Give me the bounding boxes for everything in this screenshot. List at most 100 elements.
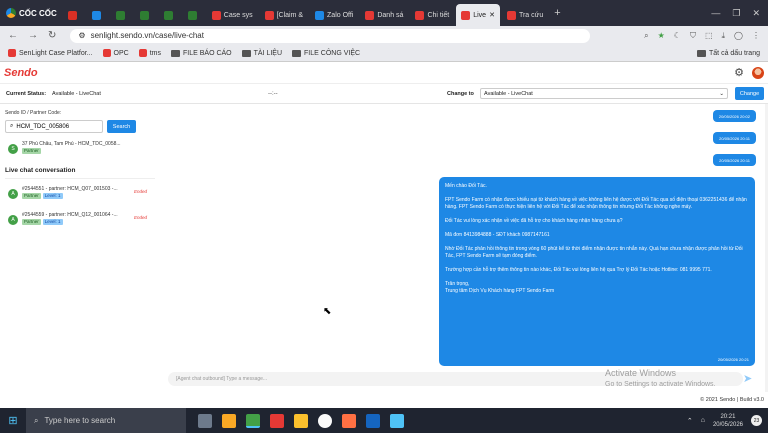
folder-icon [697, 49, 707, 57]
bookmark-label: FILE BÁO CÁO [183, 49, 232, 57]
search-icon: ⌕ [34, 415, 39, 425]
tab-favicon-icon [139, 10, 149, 20]
tab-favicon-icon [506, 10, 516, 20]
status-select[interactable]: Available - LiveChat ⌄ [480, 88, 728, 99]
status-select-value: Available - LiveChat [484, 91, 533, 97]
task-view-icon[interactable] [198, 413, 212, 428]
all-bookmarks[interactable]: Tất cả dấu trang [697, 49, 760, 57]
tab-close-icon[interactable]: ✕ [489, 11, 495, 19]
watermark-subtitle: Go to Settings to activate Windows. [605, 381, 716, 388]
minimize-icon[interactable]: — [711, 8, 720, 19]
tab-favicon-icon [415, 10, 425, 20]
browser-tab[interactable]: Tra cứu [502, 4, 548, 26]
site-info-icon[interactable]: ⚙ [78, 31, 85, 40]
bookmark-star-icon[interactable]: ★ [658, 31, 665, 41]
status-bar: Current Status: Available - LiveChat --:… [0, 84, 768, 104]
tray-chevron-icon[interactable]: ⌃ [687, 417, 693, 425]
conversation-title: #2544551 - partner: HCM_Q07_001503 -... [22, 186, 118, 192]
sendo-logo[interactable]: Sendo [4, 67, 38, 79]
tab-favicon-icon [115, 10, 125, 20]
change-button[interactable]: Change [735, 87, 764, 100]
search-button[interactable]: Search [107, 120, 136, 133]
avatar[interactable] [752, 66, 764, 79]
divider [5, 178, 155, 179]
chevron-down-icon: ⌄ [719, 91, 724, 97]
profile-icon[interactable]: ◯ [734, 31, 743, 41]
bookmark-file-cong-viec[interactable]: FILE CÔNG VIỆC [292, 49, 360, 57]
download-icon[interactable]: ⤓ [722, 31, 726, 41]
conversation-item[interactable]: A #2544551 - partner: HCM_Q07_001503 -..… [8, 186, 153, 200]
bookmark-label: tms [149, 49, 161, 57]
gear-icon[interactable]: ⚙ [734, 66, 744, 79]
browser-tab[interactable] [63, 4, 85, 26]
send-icon[interactable]: ➤ [743, 372, 752, 385]
notification-icon[interactable]: 23 [751, 415, 762, 426]
file-explorer-icon[interactable] [222, 413, 236, 428]
bookmark-tms[interactable]: tms [138, 49, 161, 57]
chrome-icon[interactable] [318, 413, 332, 428]
message-line: Trân trọng, Trung tâm Dịch Vụ Khách hàng… [445, 281, 555, 294]
left-panel: Sendo ID / Partner Code: ⌕ HCM_TDC_005806… [0, 104, 160, 392]
ended-status: Ended [133, 215, 147, 220]
message-line: Trường hợp cần hỗ trợ thêm thông tin nào… [445, 267, 712, 273]
coccoc-taskbar-icon[interactable] [246, 413, 260, 428]
app-icon[interactable] [390, 413, 404, 428]
message-line: Đối Tác vui lòng xác nhận về việc đã hỗ … [445, 218, 623, 224]
network-icon[interactable]: ⌂ [701, 417, 705, 424]
taskbar-search[interactable]: ⌕ Type here to search [26, 408, 186, 433]
browser-brand[interactable]: CỐC CỐC [0, 0, 63, 26]
reload-icon[interactable]: ↻ [48, 30, 56, 41]
timer-text: --:-- [268, 90, 278, 97]
back-icon[interactable]: ← [8, 30, 18, 41]
clock-time: 20:21 [720, 413, 736, 420]
taskbar-clock[interactable]: 20:21 20/05/2026 [713, 413, 743, 429]
url-field[interactable]: ⚙ senlight.sendo.vn/case/live-chat [70, 28, 591, 43]
shield-icon[interactable]: ⛉ [690, 31, 696, 41]
browser-tab-bar: CỐC CỐC Case sys [Claim & Zalo Offi Danh sá… [0, 0, 768, 26]
restore-icon[interactable]: ❐ [732, 8, 740, 19]
senlight-icon [8, 49, 16, 57]
browser-tab[interactable] [159, 4, 181, 26]
browser-tab[interactable] [135, 4, 157, 26]
browser-tab[interactable]: Live ✕ [456, 4, 500, 26]
conversation-avatar: A [8, 215, 18, 225]
browser-tab[interactable]: Case sys [207, 4, 258, 26]
browser-tab[interactable] [111, 4, 133, 26]
app-header: Sendo ⚙ [0, 62, 768, 84]
zalo-icon[interactable] [366, 413, 380, 428]
new-tab-button[interactable]: + [548, 7, 566, 19]
message-bubble: Mến chào Đối Tác. FPT Sendo Farm có nhận… [439, 177, 755, 366]
extensions-icon[interactable]: ⬚ [705, 31, 713, 41]
tab-favicon-icon [315, 10, 325, 20]
dark-mode-icon[interactable]: ☾ [674, 31, 681, 41]
partner-tag: Partner [22, 193, 41, 199]
folder-icon [292, 49, 302, 57]
wps-icon[interactable] [270, 413, 284, 428]
bookmark-senlight[interactable]: SenLight Case Platfor... [8, 49, 93, 57]
browser-tab[interactable]: Zalo Offi [310, 4, 358, 26]
tab-label: Chi tiết [427, 11, 450, 19]
conversation-item[interactable]: A #2544559 - partner: HCM_Q12_001064 -..… [8, 212, 153, 226]
app-icon[interactable] [342, 413, 356, 428]
bookmark-label: OPC [113, 49, 129, 57]
browser-tab[interactable] [87, 4, 109, 26]
menu-icon[interactable]: ⋮ [752, 31, 760, 41]
windows-start-icon[interactable]: ⊞ [0, 414, 26, 427]
bookmark-file-bao-cao[interactable]: FILE BÁO CÁO [171, 49, 232, 57]
partner-item[interactable]: S 37 Phú Châu, Tam Phú - HCM_TDC_0058...… [8, 141, 153, 155]
forward-icon[interactable]: → [28, 30, 38, 41]
bookmark-tai-lieu[interactable]: TÀI LIỆU [241, 49, 282, 57]
level-tag: Level: 1 [42, 219, 63, 225]
zoom-icon[interactable]: ⌕ [644, 31, 648, 41]
message-line: Mến chào Đối Tác. [445, 183, 487, 189]
search-input[interactable]: ⌕ HCM_TDC_005806 [5, 120, 103, 133]
browser-tab[interactable]: Chi tiết [410, 4, 454, 26]
browser-tab[interactable]: [Claim & [260, 4, 308, 26]
sticky-notes-icon[interactable] [294, 413, 308, 428]
tab-label: [Claim & [276, 11, 304, 19]
close-icon[interactable]: ✕ [752, 8, 760, 19]
bookmark-opc[interactable]: OPC [102, 49, 129, 57]
chat-panel: 20/05/2026 20:02 20/05/2026 20:11 20/05/… [160, 104, 768, 392]
browser-tab[interactable] [183, 4, 205, 26]
browser-tab[interactable]: Danh sá [360, 4, 408, 26]
